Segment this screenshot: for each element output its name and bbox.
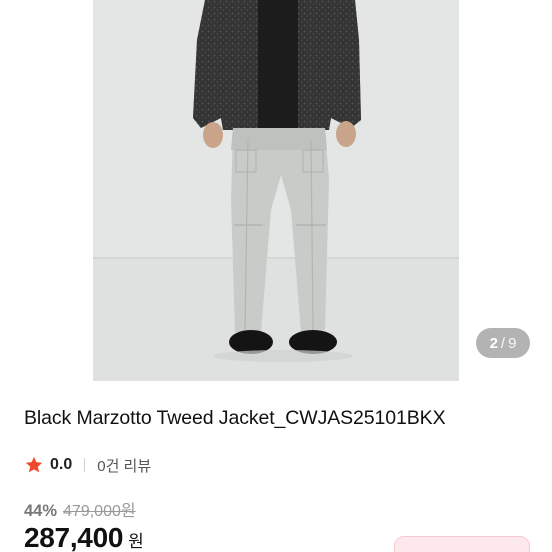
original-price: 479,000원 xyxy=(63,503,136,520)
product-title: Black Marzotto Tweed Jacket_CWJAS25101BK… xyxy=(24,407,446,429)
product-image-gallery[interactable]: 2 / 9 xyxy=(0,0,552,383)
coupon-button[interactable] xyxy=(394,536,530,552)
currency-label: 원 xyxy=(128,532,144,551)
sale-price-row: 287,400 원 xyxy=(24,522,144,552)
star-icon xyxy=(25,456,43,473)
gallery-current-page: 2 xyxy=(489,334,498,352)
rating-value: 0.0 xyxy=(50,456,73,473)
gallery-page-indicator: 2 / 9 xyxy=(476,328,530,358)
rating-divider xyxy=(84,458,86,472)
rating-row[interactable]: 0.0 0건 리뷰 xyxy=(24,454,151,476)
gallery-total-pages: 9 xyxy=(508,334,517,352)
product-photo-illustration xyxy=(93,0,459,381)
discount-rate: 44% xyxy=(24,502,58,520)
sale-price: 287,400 xyxy=(24,522,124,552)
product-photo[interactable] xyxy=(93,0,459,381)
discount-row: 44% 479,000원 xyxy=(24,497,136,521)
gallery-page-separator: / xyxy=(500,334,506,352)
review-count-link[interactable]: 0건 리뷰 xyxy=(97,455,151,476)
